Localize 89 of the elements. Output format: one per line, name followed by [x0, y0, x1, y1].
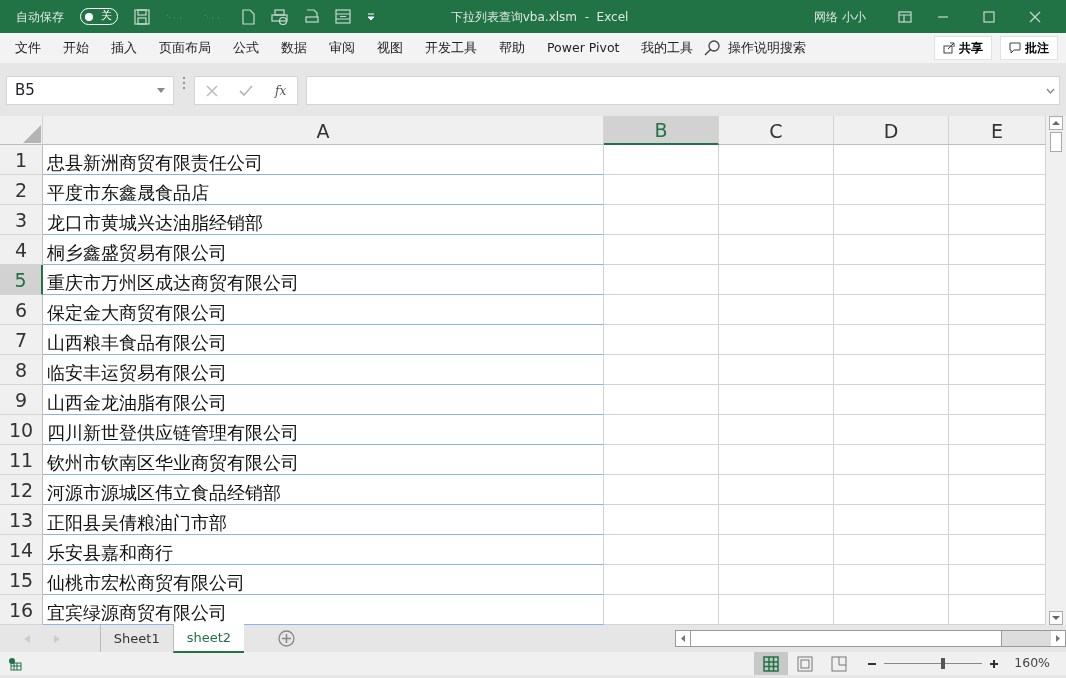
ribbon-tab[interactable]: 我的工具	[630, 38, 705, 58]
more-options-icon	[182, 76, 186, 90]
ribbon-tab[interactable]: 视图	[366, 38, 414, 58]
table-cell: 乐安县嘉和商行	[43, 535, 604, 565]
column-header[interactable]: E	[949, 116, 1046, 145]
row-header[interactable]: 6	[0, 295, 43, 325]
row-header[interactable]: 8	[0, 355, 43, 385]
ribbon-tab[interactable]: 帮助	[488, 38, 536, 58]
table-cell: 河源市源城区伟立食品经销部	[43, 475, 604, 505]
row-header[interactable]: 15	[0, 565, 43, 595]
table-cell: 仙桃市宏松商贸有限公司	[43, 565, 604, 595]
table-cell: 平度市东鑫晟食品店	[43, 175, 604, 205]
name-box[interactable]: B5	[6, 76, 174, 105]
scroll-left-icon	[676, 631, 691, 646]
scroll-up-icon	[1049, 116, 1063, 130]
row-header[interactable]: 11	[0, 445, 43, 475]
row-header[interactable]: 10	[0, 415, 43, 445]
dropdown-icon[interactable]	[367, 12, 375, 21]
ribbon-tab[interactable]: 公式	[222, 38, 270, 58]
search-field[interactable]: 操作说明搜索	[728, 38, 807, 58]
table-cell: 忠县新洲商贸有限责任公司	[43, 145, 604, 175]
normal-view-icon[interactable]	[762, 654, 781, 673]
row-header[interactable]: 16	[0, 595, 43, 625]
table-cell: 重庆市万州区成达商贸有限公司	[43, 265, 604, 295]
comment-icon	[1009, 42, 1021, 54]
ribbon-tab[interactable]: 开发工具	[414, 38, 488, 58]
table-cell: 龙口市黄城兴达油脂经销部	[43, 205, 604, 235]
scroll-thumb[interactable]	[690, 631, 1003, 646]
row-header[interactable]: 5	[0, 265, 43, 295]
table-cell: 临安丰运贸易有限公司	[43, 355, 604, 385]
ribbon-tab[interactable]: 插入	[100, 38, 148, 58]
user-name: 网络 小小	[814, 8, 866, 26]
horizontal-scrollbar[interactable]	[675, 630, 1066, 647]
scroll-thumb[interactable]	[1050, 132, 1062, 152]
share-icon	[943, 42, 955, 54]
print-preview-icon[interactable]	[271, 8, 289, 25]
ribbon-tab[interactable]: 页面布局	[148, 38, 222, 58]
row-header[interactable]: 1	[0, 145, 43, 175]
table-cell: 钦州市钦南区华业商贸有限公司	[43, 445, 604, 475]
row-header[interactable]: 14	[0, 535, 43, 565]
row-header[interactable]: 13	[0, 505, 43, 535]
row-header[interactable]: 4	[0, 235, 43, 265]
row-header[interactable]: 3	[0, 205, 43, 235]
column-header[interactable]: B	[604, 116, 719, 145]
vertical-scrollbar[interactable]	[1046, 116, 1066, 625]
scroll-right-icon	[1051, 631, 1065, 646]
table-cell: 保定金大商贸有限公司	[43, 295, 604, 325]
ribbon-display-icon[interactable]	[898, 10, 912, 23]
ribbon-tab[interactable]: 数据	[270, 38, 318, 58]
row-header[interactable]: 12	[0, 475, 43, 505]
enter-icon[interactable]	[239, 84, 254, 97]
macro-recording-icon	[8, 656, 22, 671]
add-sheet-icon[interactable]	[278, 630, 296, 647]
expand-icon	[1046, 87, 1055, 94]
form-icon[interactable]	[335, 9, 351, 24]
autosave-label: 自动保存	[16, 8, 64, 26]
ribbon-tab[interactable]: 文件	[4, 38, 52, 58]
zoom-in-icon[interactable]	[990, 659, 999, 668]
insert-function-button[interactable]: fx	[275, 81, 287, 100]
dropdown-icon	[157, 88, 165, 93]
comments-button[interactable]: 批注	[1000, 36, 1058, 60]
save-icon[interactable]	[134, 8, 150, 25]
share-button[interactable]: 共享	[934, 36, 992, 60]
search-icon	[704, 40, 721, 56]
table-cell: 山西粮丰食品有限公司	[43, 325, 604, 355]
table-cell: 正阳县吴倩粮油门市部	[43, 505, 604, 535]
column-header[interactable]: D	[834, 116, 949, 145]
formula-input[interactable]	[306, 76, 1060, 105]
print-icon[interactable]	[305, 8, 319, 25]
ribbon-tab[interactable]: 开始	[52, 38, 100, 58]
new-document-icon[interactable]	[242, 8, 255, 25]
table-cell: 山西金龙油脂有限公司	[43, 385, 604, 415]
scroll-down-icon	[1049, 611, 1063, 625]
table-cell: 四川新世登供应链管理有限公司	[43, 415, 604, 445]
zoom-level[interactable]: 160%	[1014, 654, 1050, 673]
cancel-icon[interactable]	[205, 84, 218, 97]
column-header[interactable]: A	[43, 116, 604, 145]
column-header[interactable]: C	[719, 116, 834, 145]
page-break-view-icon[interactable]	[830, 654, 849, 673]
row-header[interactable]: 7	[0, 325, 43, 355]
sheet-tab[interactable]: sheet2	[172, 623, 245, 654]
row-header[interactable]: 9	[0, 385, 43, 415]
table-cell: 宜宾绿源商贸有限公司	[43, 595, 604, 625]
page-layout-view-icon[interactable]	[796, 654, 815, 673]
ribbon-tab[interactable]: 审阅	[318, 38, 366, 58]
ribbon-tab[interactable]: Power Pivot	[536, 38, 631, 58]
table-cell: 桐乡鑫盛贸易有限公司	[43, 235, 604, 265]
window-title: 下拉列表查询vba.xlsm - Excel	[449, 8, 630, 26]
row-header[interactable]: 2	[0, 175, 43, 205]
